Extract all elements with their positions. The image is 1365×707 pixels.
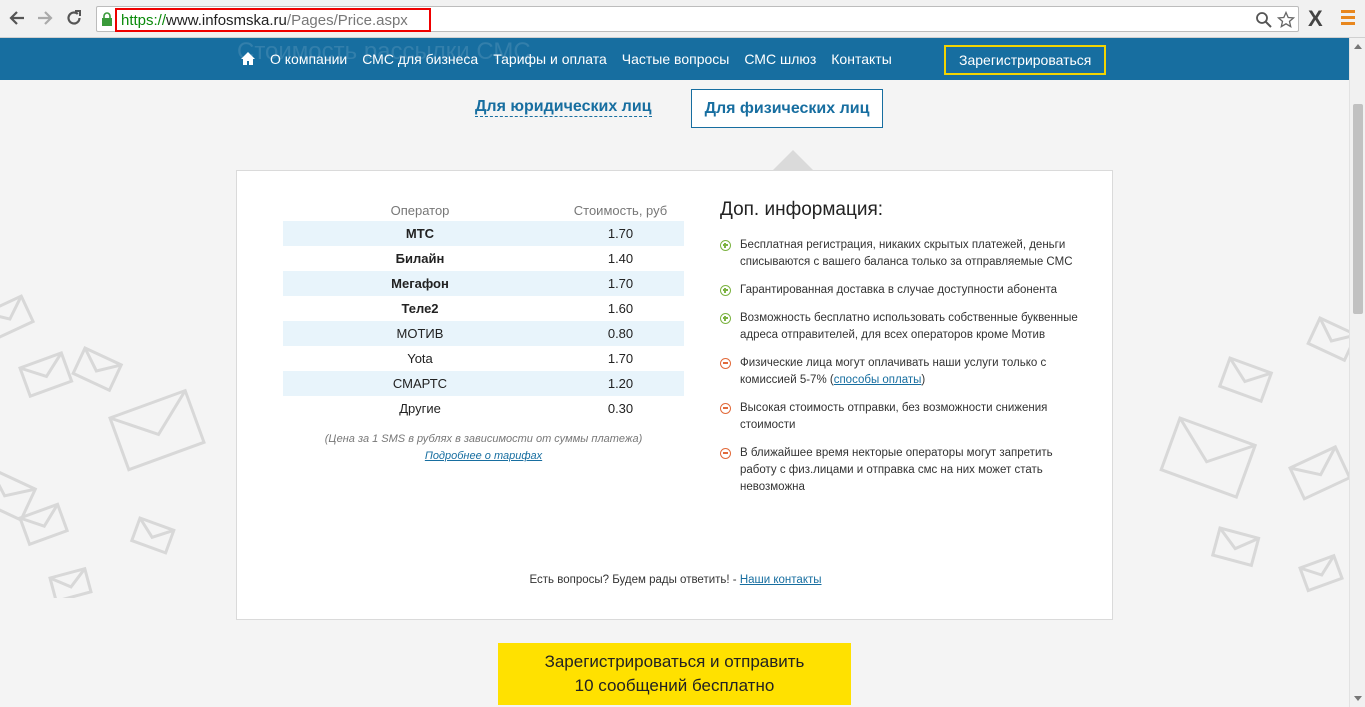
operator-cost: 1.60 [607, 301, 634, 316]
url-path: /Pages/Price.aspx [286, 11, 408, 29]
scroll-down-icon[interactable] [1354, 696, 1362, 701]
operator-name: Теле2 [401, 301, 439, 316]
list-item: Физические лица могут оплачивать наши ус… [720, 355, 1080, 389]
forward-icon[interactable] [34, 7, 56, 29]
list-item: Возможность бесплатно использовать собст… [720, 310, 1080, 344]
nav-item-faq[interactable]: Частые вопросы [622, 51, 730, 67]
questions-line: Есть вопросы? Будем рады ответить! - Наш… [237, 574, 1114, 586]
operator-name: СМАРТС [283, 371, 557, 396]
operator-cost: 1.70 [557, 221, 684, 246]
back-icon[interactable] [6, 7, 28, 29]
info-text: Гарантированная доставка в случае доступ… [740, 284, 1057, 296]
browser-toolbar: https://www.infosmska.ru/Pages/Price.asp… [0, 0, 1365, 38]
card-pointer [772, 150, 814, 171]
cta-line-1: Зарегистрироваться и отправить [544, 652, 805, 671]
operator-name: Другие [399, 401, 441, 416]
more-tariffs-link[interactable]: Подробнее о тарифах [425, 450, 542, 462]
table-row: Теле2 1.60 [283, 296, 684, 321]
cta-line-2: 10 сообщений бесплатно [574, 676, 775, 695]
plus-circle-icon [720, 285, 731, 296]
tab-individuals[interactable]: Для физических лиц [691, 89, 883, 128]
table-row: СМАРТС 1.20 [283, 371, 684, 396]
questions-text: Есть вопросы? Будем рады ответить! - [529, 574, 740, 586]
operator-name: Билайн [395, 251, 445, 266]
menu-icon[interactable] [1341, 10, 1355, 26]
scroll-up-icon[interactable] [1354, 44, 1362, 49]
list-item: Гарантированная доставка в случае доступ… [720, 282, 1080, 299]
scroll-thumb[interactable] [1353, 104, 1363, 314]
table-row: Билайн 1.40 [283, 246, 684, 271]
info-text: В ближайшее время некторые операторы мог… [740, 447, 1053, 493]
star-icon[interactable] [1277, 11, 1295, 29]
register-button[interactable]: Зарегистрироваться [944, 45, 1107, 75]
table-row: МОТИВ 0.80 [283, 321, 684, 346]
home-icon[interactable] [240, 51, 256, 67]
top-navbar: Стоимость рассылки СМС О компании СМС дл… [0, 38, 1349, 80]
operator-cost: 1.20 [557, 371, 684, 396]
nav-item-about[interactable]: О компании [270, 51, 347, 67]
tab-legal-entities[interactable]: Для юридических лиц [475, 98, 652, 117]
info-list: Бесплатная регистрация, никаких скрытых … [720, 237, 1080, 507]
info-text: Бесплатная регистрация, никаких скрытых … [740, 239, 1073, 268]
table-row: Другие 0.30 [283, 396, 684, 421]
header-cost: Стоимость, руб [573, 202, 668, 218]
info-text: Высокая стоимость отправки, без возможно… [740, 402, 1048, 431]
operator-name: МТС [283, 221, 557, 246]
plus-circle-icon [720, 313, 731, 324]
table-row: Yota 1.70 [283, 346, 684, 371]
operator-name: Yota [407, 351, 433, 366]
info-text: Возможность бесплатно использовать собст… [740, 312, 1078, 341]
table-header: Оператор Стоимость, руб [283, 199, 684, 221]
price-card: Оператор Стоимость, руб МТС 1.70 Билайн 1.… [236, 170, 1113, 620]
table-row: МТС 1.70 [283, 221, 684, 246]
operator-name: Мегафон [283, 271, 557, 296]
minus-circle-icon [720, 448, 731, 459]
payment-methods-link[interactable]: способы оплаты [834, 374, 922, 386]
operator-cost: 1.70 [607, 351, 634, 366]
operator-cost: 0.30 [607, 401, 634, 416]
price-note: (Цена за 1 SMS в рублях в зависимости от… [324, 433, 643, 445]
table-row: Мегафон 1.70 [283, 271, 684, 296]
plus-circle-icon [720, 240, 731, 251]
nav-item-contacts[interactable]: Контакты [831, 51, 891, 67]
nav-item-business[interactable]: СМС для бизнеса [362, 51, 478, 67]
nav-item-gateway[interactable]: СМС шлюз [744, 51, 816, 67]
operator-cost: 1.70 [557, 271, 684, 296]
nav-item-tariffs[interactable]: Тарифы и оплата [493, 51, 607, 67]
page-scrollbar[interactable] [1349, 38, 1365, 707]
contacts-link[interactable]: Наши контакты [740, 574, 822, 586]
minus-circle-icon [720, 358, 731, 369]
register-send-free-button[interactable]: Зарегистрироваться и отправить 10 сообще… [498, 643, 851, 705]
header-operator: Оператор [390, 202, 450, 218]
info-title: Доп. информация: [720, 199, 884, 220]
reload-icon[interactable] [63, 7, 85, 29]
operator-cost: 0.80 [557, 321, 684, 346]
price-table: Оператор Стоимость, руб МТС 1.70 Билайн 1.… [283, 199, 684, 421]
minus-circle-icon [720, 403, 731, 414]
address-bar[interactable]: https://www.infosmska.ru/Pages/Price.asp… [96, 6, 1299, 32]
operator-cost: 1.40 [607, 251, 634, 266]
url-host: www.infosmska.ru [166, 11, 287, 29]
list-item: Бесплатная регистрация, никаких скрытых … [720, 237, 1080, 271]
url-scheme: https:// [121, 11, 167, 29]
url-text[interactable]: https://www.infosmska.ru/Pages/Price.asp… [115, 8, 431, 32]
list-item: В ближайшее время некторые операторы мог… [720, 445, 1080, 496]
tariffs-link-wrap: Подробнее о тарифах [283, 450, 684, 462]
operator-name: МОТИВ [283, 321, 557, 346]
extension-x-icon[interactable]: X [1308, 6, 1323, 32]
lock-icon [102, 12, 112, 26]
nav-menu: О компании СМС для бизнеса Тарифы и опла… [240, 38, 907, 80]
zoom-icon[interactable] [1255, 11, 1273, 29]
page-viewport: Стоимость рассылки СМС О компании СМС дл… [0, 38, 1349, 707]
list-item: Высокая стоимость отправки, без возможно… [720, 400, 1080, 434]
info-text-after: ) [921, 374, 926, 386]
